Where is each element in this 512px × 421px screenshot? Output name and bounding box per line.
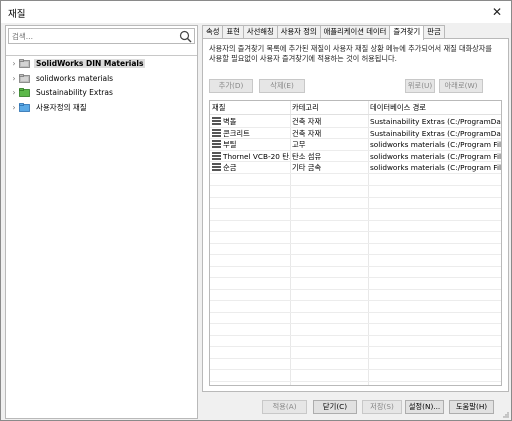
material-cell: 부틸 [212,139,290,150]
material-name: Thornel VCB-20 탄... [223,151,290,161]
blue-folder-icon [19,102,30,112]
material-icon [212,128,221,137]
material-cell: Thornel VCB-20 탄... [212,151,290,162]
empty-row-line [210,357,501,359]
table-row[interactable]: 벽돌 건축 자재 Sustainability Extras (C:/Progr… [210,116,501,128]
search-input[interactable] [9,29,174,43]
apply-button[interactable]: 적용(A) [262,400,307,414]
window-title: 재질 [8,9,26,20]
table-row[interactable]: Thornel VCB-20 탄... 탄소 섬유 solidworks mat… [210,151,501,162]
favorites-panel: 사용자의 즐겨찾기 목록에 추가된 재질이 사용자 재질 상황 메뉴에 추가되어… [202,38,509,392]
settings-button[interactable]: 설정(N)... [405,400,444,414]
empty-row-line [210,265,501,267]
empty-row-line [210,300,501,301]
category-cell: 건축 자재 [292,128,322,138]
tab-crosshatch[interactable]: 사선해칭 [242,25,278,39]
material-cell: 순금 [212,162,290,173]
expand-icon[interactable]: › [9,88,19,97]
delete-button[interactable]: 삭제(E) [259,79,305,93]
tree-item-custom-materials[interactable]: › 사용자정의 재질 [9,101,197,114]
category-cell: 고무 [292,140,306,149]
empty-row-line [210,380,501,382]
search-box[interactable] [8,28,195,44]
header-material[interactable]: 재질 [212,101,290,114]
tree-item-label: Sustainability Extras [36,88,113,97]
tree-item-label: solidworks materials [36,73,114,83]
resize-grip-icon[interactable] [501,410,509,418]
empty-row-line [210,231,501,232]
empty-row-line [210,346,501,347]
tab-custom[interactable]: 사용자 정의 [276,25,321,39]
empty-row-line [210,208,501,209]
move-down-button[interactable]: 아래로(W) [439,79,483,93]
path-cell: solidworks materials (C:/Program File... [370,140,501,149]
path-cell: Sustainability Extras (C:/ProgramData... [370,117,501,126]
material-cell: 벽돌 [212,116,290,127]
title-bar: 재질 ✕ [1,1,511,23]
green-folder-icon [19,88,30,97]
category-cell: 기타 금속 [292,163,322,172]
tab-sheet-metal[interactable]: 판금 [423,25,445,39]
library-folder-icon [19,59,30,68]
empty-row-line [210,254,501,255]
favorites-description: 사용자의 즐겨찾기 목록에 추가된 재질이 사용자 재질 상황 메뉴에 추가되어… [209,44,493,63]
table-row[interactable]: 콘크리트 건축 자재 Sustainability Extras (C:/Pro… [210,128,501,139]
library-folder-icon [19,73,30,83]
tree-item-label: SolidWorks DIN Materials [34,59,146,68]
tab-bar: 속성 표현 사선해칭 사용자 정의 애플리케이션 데이터 즐겨찾기 판금 [202,25,445,40]
material-icon [212,163,221,171]
tab-application-data[interactable]: 애플리케이션 데이터 [319,25,391,39]
search-icon[interactable] [179,30,192,43]
empty-row-line [210,288,501,290]
move-up-button[interactable]: 위로(U) [405,79,435,93]
materials-dialog: 재질 ✕ › SolidWorks DIN Materials [0,0,512,421]
path-cell: Sustainability Extras (C:/ProgramData... [370,128,501,138]
empty-row-line [210,323,501,324]
save-button[interactable]: 저장(S) [362,400,402,414]
material-library-panel: › SolidWorks DIN Materials › solidwork [5,25,198,419]
empty-row-line [210,277,501,278]
expand-icon[interactable]: › [9,103,19,112]
add-button[interactable]: 추가(D) [209,79,253,93]
category-cell: 건축 자재 [292,117,322,126]
empty-row-line [210,334,501,336]
header-database-path[interactable]: 데이터베이스 경로 [370,101,501,114]
material-icon [212,151,221,160]
empty-row-line [210,311,501,313]
tree-item-solidworks-din-materials[interactable]: › SolidWorks DIN Materials [9,57,197,70]
expand-icon[interactable]: › [9,74,19,83]
material-name: 벽돌 [223,117,237,126]
material-name: 콘크리트 [223,128,250,138]
category-cell: 탄소 섬유 [292,151,322,161]
favorites-list: 재질 카테고리 데이터베이스 경로 벽돌 건축 자재 Sustainabilit… [209,100,502,386]
material-name: 순금 [223,163,237,172]
help-button[interactable]: 도움말(H) [449,400,494,414]
empty-row-line [210,369,501,370]
tree-item-solidworks-materials[interactable]: › solidworks materials [9,72,197,85]
material-tree: › SolidWorks DIN Materials › solidworks … [9,57,197,115]
table-row[interactable]: 부틸 고무 solidworks materials (C:/Program F… [210,139,501,151]
table-row[interactable]: 순금 기타 금속 solidworks materials (C:/Progra… [210,162,501,174]
empty-row-line [210,196,501,198]
expand-icon[interactable]: › [9,59,19,68]
tree-item-sustainability-extras[interactable]: › Sustainability Extras [9,86,197,99]
material-icon [212,117,221,125]
material-name: 부틸 [223,140,237,149]
material-cell: 콘크리트 [212,128,290,139]
empty-row-line [210,185,501,186]
empty-row-line [210,219,501,221]
close-icon[interactable]: ✕ [483,1,511,23]
material-icon [212,140,221,148]
path-cell: solidworks materials (C:/Program File... [370,163,501,172]
header-category[interactable]: 카테고리 [292,101,368,114]
empty-row-line [210,242,501,244]
tab-appearance[interactable]: 표현 [222,25,244,39]
tree-item-label: 사용자정의 재질 [36,102,87,112]
tab-properties[interactable]: 속성 [202,25,224,39]
close-button[interactable]: 닫기(C) [313,400,357,414]
tab-favorites[interactable]: 즐겨찾기 [389,25,425,40]
list-header: 재질 카테고리 데이터베이스 경로 [210,101,501,115]
path-cell: solidworks materials (C:/Program File... [370,151,501,161]
tree-separator [6,55,197,56]
